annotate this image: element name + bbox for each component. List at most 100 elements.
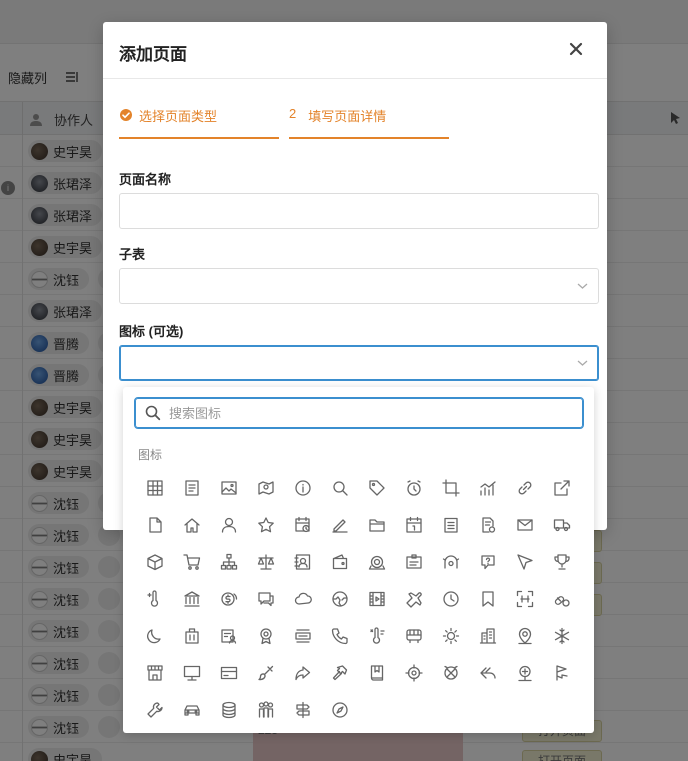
step-select-page-type[interactable]: 选择页面类型: [119, 106, 279, 139]
calendar-clock-icon[interactable]: [284, 506, 321, 543]
sun-icon[interactable]: [432, 617, 469, 654]
chevron-down-icon: [577, 283, 588, 289]
car-icon[interactable]: [173, 691, 210, 728]
step-number: 2: [289, 106, 297, 121]
org-chart-icon[interactable]: [210, 543, 247, 580]
chat-question-icon[interactable]: [469, 543, 506, 580]
award-icon[interactable]: [506, 654, 543, 691]
search-icon[interactable]: [321, 469, 358, 506]
scale-icon[interactable]: [247, 543, 284, 580]
scan-icon[interactable]: [506, 580, 543, 617]
store-icon[interactable]: [136, 654, 173, 691]
building-icon[interactable]: [469, 617, 506, 654]
contact-icon[interactable]: [284, 543, 321, 580]
thermometer-icon[interactable]: [358, 617, 395, 654]
support-icon[interactable]: [358, 543, 395, 580]
face-icon[interactable]: [432, 543, 469, 580]
bookmark-icon[interactable]: [469, 580, 506, 617]
luggage-icon[interactable]: [173, 617, 210, 654]
subtable-label: 子表: [119, 247, 146, 262]
chevron-down-icon: [577, 360, 588, 366]
truck-icon[interactable]: [543, 506, 580, 543]
subtable-select[interactable]: [119, 268, 599, 304]
badge-icon[interactable]: [247, 617, 284, 654]
share-icon[interactable]: [284, 654, 321, 691]
step-label: 填写页面详情: [308, 109, 387, 124]
edit-icon[interactable]: [321, 506, 358, 543]
brush-icon[interactable]: [247, 654, 284, 691]
step-fill-page-details[interactable]: 2 填写页面详情: [289, 106, 449, 139]
icon-label: 图标 (可选): [119, 324, 184, 339]
dialog-title: 添加页面: [119, 45, 187, 64]
link-icon[interactable]: [506, 469, 543, 506]
film-icon[interactable]: [358, 580, 395, 617]
trophy-icon[interactable]: [543, 543, 580, 580]
mail-icon[interactable]: [506, 506, 543, 543]
coin-icon[interactable]: [210, 580, 247, 617]
cursor-icon[interactable]: [506, 543, 543, 580]
calendar-icon[interactable]: [395, 506, 432, 543]
check-circle-icon: [120, 109, 132, 121]
printer-icon[interactable]: [284, 617, 321, 654]
info-icon[interactable]: [284, 469, 321, 506]
globe-icon[interactable]: [321, 580, 358, 617]
alarm-icon[interactable]: [395, 469, 432, 506]
bus-icon[interactable]: [395, 617, 432, 654]
pills-icon[interactable]: [543, 580, 580, 617]
star-icon[interactable]: [247, 506, 284, 543]
target-icon[interactable]: [395, 654, 432, 691]
flag-icon[interactable]: [543, 654, 580, 691]
clock-icon[interactable]: [432, 580, 469, 617]
undo-icon[interactable]: [469, 654, 506, 691]
clipboard-icon[interactable]: [432, 506, 469, 543]
cloud-icon[interactable]: [284, 580, 321, 617]
file-settings-icon[interactable]: [469, 506, 506, 543]
icon-search-box[interactable]: [134, 397, 584, 429]
hammer-icon[interactable]: [321, 654, 358, 691]
icon-select[interactable]: [119, 345, 599, 381]
icon-group-label: 图标: [138, 448, 163, 462]
icon-picker-dropdown: 图标: [123, 387, 594, 733]
monitor-icon[interactable]: [173, 654, 210, 691]
close-icon[interactable]: [565, 38, 587, 60]
thermo-plus-icon[interactable]: [136, 580, 173, 617]
page-name-label: 页面名称: [119, 172, 172, 187]
bank-icon[interactable]: [173, 580, 210, 617]
location-icon[interactable]: [506, 617, 543, 654]
file-icon[interactable]: [136, 506, 173, 543]
crop-icon[interactable]: [432, 469, 469, 506]
id-card-icon[interactable]: [395, 543, 432, 580]
page-name-input[interactable]: [119, 193, 599, 229]
table-icon[interactable]: [136, 469, 173, 506]
people-icon[interactable]: [247, 691, 284, 728]
signpost-icon[interactable]: [284, 691, 321, 728]
book-icon[interactable]: [358, 654, 395, 691]
compass-alt-icon[interactable]: [432, 654, 469, 691]
box-icon[interactable]: [136, 543, 173, 580]
database-icon[interactable]: [210, 691, 247, 728]
phone-icon[interactable]: [321, 617, 358, 654]
snowflake-icon[interactable]: [543, 617, 580, 654]
user-icon[interactable]: [210, 506, 247, 543]
steps-bar: 选择页面类型 2 填写页面详情: [119, 106, 589, 140]
image-icon[interactable]: [210, 469, 247, 506]
wallet-icon[interactable]: [321, 543, 358, 580]
plane-icon[interactable]: [395, 580, 432, 617]
tag-icon[interactable]: [358, 469, 395, 506]
moon-icon[interactable]: [136, 617, 173, 654]
home-icon[interactable]: [173, 506, 210, 543]
step-label: 选择页面类型: [139, 109, 218, 124]
map-pin-icon[interactable]: [247, 469, 284, 506]
id-user-icon[interactable]: [210, 617, 247, 654]
chat-icon[interactable]: [247, 580, 284, 617]
chart-icon[interactable]: [469, 469, 506, 506]
card-icon[interactable]: [210, 654, 247, 691]
icon-search-input[interactable]: [169, 405, 569, 421]
cart-icon[interactable]: [173, 543, 210, 580]
compass-icon[interactable]: [321, 691, 358, 728]
wrench-icon[interactable]: [136, 691, 173, 728]
external-link-icon[interactable]: [543, 469, 580, 506]
folder-icon[interactable]: [358, 506, 395, 543]
document-icon[interactable]: [173, 469, 210, 506]
dialog-header: 添加页面: [103, 22, 607, 79]
